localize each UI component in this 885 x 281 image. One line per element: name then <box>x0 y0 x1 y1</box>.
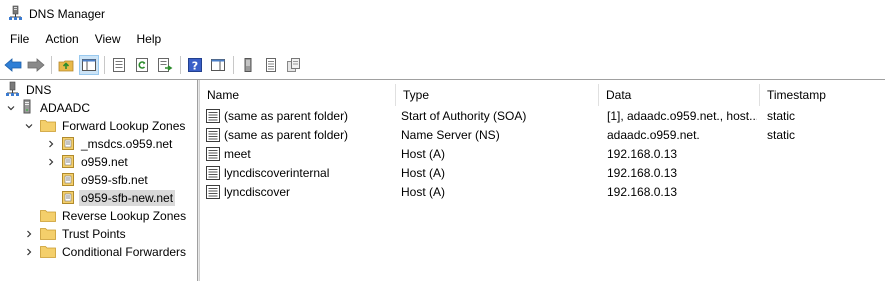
cell-type: Start of Authority (SOA) <box>401 109 527 123</box>
column-header-timestamp[interactable]: Timestamp <box>760 84 885 106</box>
tree-label: o959-sfb.net <box>81 173 148 187</box>
forward-icon[interactable] <box>26 55 46 75</box>
tree-label: Conditional Forwarders <box>62 245 187 259</box>
refresh-icon[interactable] <box>132 55 152 75</box>
toolbar-separator <box>104 56 105 74</box>
cell-type: Host (A) <box>401 147 446 161</box>
toolbar: ? <box>0 52 885 78</box>
column-header-name[interactable]: Name <box>200 84 396 106</box>
window-title: DNS Manager <box>29 7 106 21</box>
record-icon <box>205 127 221 143</box>
cell-type: Name Server (NS) <box>401 128 500 142</box>
table-row[interactable]: lyncdiscover Host (A) 192.168.0.13 <box>200 183 885 202</box>
svg-text:?: ? <box>192 60 198 73</box>
tree-item-server[interactable]: ADAADC <box>6 99 92 117</box>
records-list: Name Type Data Timestamp (same as parent… <box>200 80 885 281</box>
table-row[interactable]: (same as parent folder) Name Server (NS)… <box>200 126 885 145</box>
tree-item-zone[interactable]: o959-sfb.net <box>61 171 150 189</box>
up-folder-icon[interactable] <box>56 55 76 75</box>
dns-manager-icon <box>8 5 24 21</box>
table-row[interactable]: (same as parent folder) Start of Authori… <box>200 107 885 126</box>
record-icon <box>205 146 221 162</box>
chevron-down-icon[interactable] <box>6 103 16 113</box>
folder-icon <box>40 208 56 225</box>
folder-icon <box>40 118 56 135</box>
record-icon <box>205 165 221 181</box>
tree-label: _msdcs.o959.net <box>81 137 173 151</box>
chevron-right-icon[interactable] <box>46 157 56 167</box>
zone-icon <box>61 135 75 154</box>
tree-item-forward-lookup-zones[interactable]: Forward Lookup Zones <box>24 117 187 135</box>
menu-bar: File Action View Help <box>0 30 169 50</box>
help-icon[interactable]: ? <box>185 55 205 75</box>
show-hide-action-pane-icon[interactable] <box>208 55 228 75</box>
back-icon[interactable] <box>3 55 23 75</box>
dns-icon <box>6 81 20 100</box>
copy-icon[interactable] <box>284 55 304 75</box>
tree-label: DNS <box>26 83 52 97</box>
cell-timestamp: static <box>767 128 796 142</box>
server-icon[interactable] <box>238 55 258 75</box>
tree-label: Forward Lookup Zones <box>62 119 186 133</box>
chevron-right-icon[interactable] <box>24 229 34 239</box>
cell-data: 192.168.0.13 <box>607 185 678 199</box>
text-file-icon[interactable] <box>261 55 281 75</box>
tree-label: Reverse Lookup Zones <box>62 209 187 223</box>
cell-name: lyncdiscover <box>224 185 291 199</box>
list-header: Name Type Data Timestamp <box>200 84 885 106</box>
zone-icon <box>61 189 75 208</box>
console-tree: DNS ADAADC Forward Lookup Zones _msdcs.o… <box>0 80 197 281</box>
zone-icon <box>61 171 75 190</box>
zone-icon <box>61 153 75 172</box>
cell-name: lyncdiscoverinternal <box>224 166 330 180</box>
server-icon <box>20 99 34 118</box>
toolbar-separator <box>51 56 52 74</box>
tree-label: Trust Points <box>62 227 126 241</box>
show-hide-tree-icon[interactable] <box>79 55 99 75</box>
record-icon <box>205 108 221 124</box>
tree-label: o959.net <box>81 155 128 169</box>
tree-item-trust-points[interactable]: Trust Points <box>24 225 128 243</box>
cell-type: Host (A) <box>401 185 446 199</box>
table-row[interactable]: meet Host (A) 192.168.0.13 <box>200 145 885 164</box>
cell-data: 192.168.0.13 <box>607 166 678 180</box>
tree-item-zone[interactable]: _msdcs.o959.net <box>46 135 174 153</box>
chevron-right-icon[interactable] <box>24 247 34 257</box>
table-row[interactable]: lyncdiscoverinternal Host (A) 192.168.0.… <box>200 164 885 183</box>
folder-icon <box>40 226 56 243</box>
menu-action[interactable]: Action <box>37 30 86 50</box>
cell-data: adaadc.o959.net. <box>607 128 700 142</box>
cell-name: meet <box>224 147 251 161</box>
tree-item-conditional-forwarders[interactable]: Conditional Forwarders <box>24 243 188 261</box>
properties-icon[interactable] <box>109 55 129 75</box>
folder-icon <box>40 244 56 261</box>
tree-item-dns[interactable]: DNS <box>6 81 53 99</box>
cell-type: Host (A) <box>401 166 446 180</box>
column-header-data[interactable]: Data <box>599 84 760 106</box>
export-list-icon[interactable] <box>155 55 175 75</box>
tree-label: o959-sfb-new.net <box>79 190 176 206</box>
cell-data: [1], adaadc.o959.net., host... <box>607 109 757 123</box>
chevron-down-icon[interactable] <box>24 121 34 131</box>
tree-item-zone-selected[interactable]: o959-sfb-new.net <box>61 189 176 208</box>
menu-help[interactable]: Help <box>129 30 170 50</box>
cell-name: (same as parent folder) <box>224 109 349 123</box>
menu-file[interactable]: File <box>0 30 37 50</box>
title-bar: DNS Manager <box>0 0 885 28</box>
chevron-right-icon[interactable] <box>46 139 56 149</box>
column-header-type[interactable]: Type <box>396 84 599 106</box>
cell-name: (same as parent folder) <box>224 128 349 142</box>
cell-data: 192.168.0.13 <box>607 147 678 161</box>
tree-item-reverse-lookup-zones[interactable]: Reverse Lookup Zones <box>40 207 188 225</box>
cell-timestamp: static <box>767 109 796 123</box>
tree-label: ADAADC <box>40 101 91 115</box>
toolbar-separator <box>180 56 181 74</box>
toolbar-separator <box>233 56 234 74</box>
menu-view[interactable]: View <box>87 30 129 50</box>
tree-item-zone[interactable]: o959.net <box>46 153 130 171</box>
record-icon <box>205 184 221 200</box>
